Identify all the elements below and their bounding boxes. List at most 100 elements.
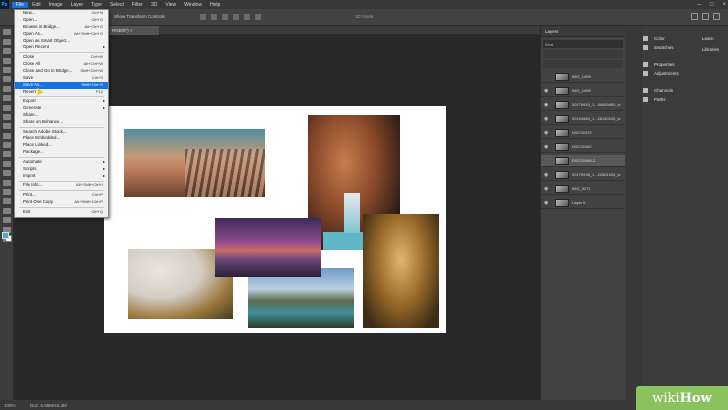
eye-icon[interactable] [544,144,550,149]
eye-icon[interactable] [544,172,550,177]
file-menu-item[interactable]: Print... Ctrl+P [15,192,108,199]
panel-tab-channels[interactable]: Channels [643,88,728,94]
eyedropper-tool-icon[interactable] [2,95,11,102]
layer-row[interactable]: 20170938_1...22561024_iv [541,169,625,181]
crop-tool-icon[interactable] [2,76,11,83]
file-menu-item[interactable]: Revert F12 [15,89,108,96]
file-menu-item[interactable]: Package... [15,149,108,156]
frame-tool-icon[interactable] [2,85,11,92]
file-menu-item[interactable]: Open Recent ▸ [15,44,108,51]
photo-sunset-beach[interactable] [215,218,321,277]
file-menu-item[interactable]: Browse in Bridge... Alt+Ctrl+O [15,24,108,31]
menu-3d[interactable]: 3D [147,2,161,8]
layer-row[interactable]: IMG_1495 [541,71,625,83]
clone-stamp-tool-icon[interactable] [2,123,11,130]
menu-layer[interactable]: Layer [67,2,88,8]
align-bottom-icon[interactable] [255,14,261,20]
panel-tab-color[interactable]: Color [643,36,728,42]
layer-row[interactable]: DSC02462 [541,141,625,153]
file-menu-item[interactable]: Close Ctrl+W [15,54,108,61]
align-top-icon[interactable] [233,14,239,20]
file-menu-item[interactable]: Open As... Alt+Shift+Ctrl+O [15,31,108,38]
file-menu-item[interactable]: Export ▸ [15,98,108,105]
document-tab[interactable]: RGB/8*) × [109,26,159,35]
marquee-tool-icon[interactable] [2,48,11,55]
healing-tool-icon[interactable] [2,104,11,111]
file-menu-item[interactable]: Place Embedded... [15,135,108,142]
show-transform-controls-checkbox[interactable]: Show Transform Controls [114,14,165,19]
menu-help[interactable]: Help [206,2,224,8]
align-center-icon[interactable] [211,14,217,20]
menu-view[interactable]: View [161,2,180,8]
menu-edit[interactable]: Edit [28,2,45,8]
menu-file[interactable]: File [12,1,29,8]
blur-tool-icon[interactable] [2,160,11,167]
panel-tab-learn[interactable]: Learn [702,36,714,41]
type-tool-icon[interactable] [2,189,11,196]
layer-row[interactable]: IMG_1495 [541,85,625,97]
artboard-tool-icon[interactable] [2,38,11,45]
file-menu-item[interactable]: Search Adobe Stock... [15,129,108,136]
file-menu-item[interactable]: Place Linked... [15,142,108,149]
file-menu-item[interactable]: Close All Alt+Ctrl+W [15,61,108,68]
layer-row[interactable]: DSC02068-2 [541,155,625,167]
file-menu-item[interactable]: Close and Go to Bridge... Shift+Ctrl+W [15,68,108,75]
menu-window[interactable]: Window [180,2,206,8]
menu-filter[interactable]: Filter [128,2,147,8]
hand-tool-icon[interactable] [2,217,11,224]
file-menu-item[interactable]: Import ▸ [15,173,108,180]
foreground-color-swatch[interactable] [2,232,9,239]
share-icon[interactable] [713,13,720,20]
blend-mode-select[interactable] [543,50,623,58]
layer-filter-kind[interactable]: Kind [543,40,623,48]
panel-tab-adjustments[interactable]: Adjustments [643,71,728,77]
align-middle-icon[interactable] [244,14,250,20]
eye-icon[interactable] [544,88,550,93]
eye-icon[interactable] [544,102,550,107]
path-select-tool-icon[interactable] [2,198,11,205]
file-menu-item[interactable]: File Info... Alt+Shift+Ctrl+I [15,182,108,189]
dodge-tool-icon[interactable] [2,170,11,177]
pen-tool-icon[interactable] [2,179,11,186]
menu-type[interactable]: Type [87,2,106,8]
file-menu-item[interactable]: Open... Ctrl+O [15,17,108,24]
rectangle-tool-icon[interactable] [2,207,11,214]
layer-row[interactable]: DSC02470 [541,127,625,139]
panel-tab-libraries[interactable]: Libraries [702,47,719,52]
photo-palm-forest[interactable] [363,214,439,328]
lasso-tool-icon[interactable] [2,57,11,64]
file-menu-item[interactable]: Share on Behance... [15,119,108,126]
file-menu-item[interactable]: Open as Smart Object... [15,38,108,45]
file-menu-item[interactable]: Generate ▸ [15,105,108,112]
minimize-icon[interactable]: – [698,2,701,8]
file-menu-item[interactable]: Exit Ctrl+Q [15,209,108,216]
menu-image[interactable]: Image [45,2,67,8]
workspace-icon[interactable] [702,13,709,20]
panel-tab-properties[interactable]: Properties [643,62,728,68]
close-icon[interactable]: × [722,2,726,8]
quick-select-tool-icon[interactable] [2,66,11,73]
menu-select[interactable]: Select [106,2,128,8]
move-tool-icon[interactable] [2,29,11,36]
eye-icon[interactable] [544,200,550,205]
eye-icon[interactable] [544,186,550,191]
zoom-level[interactable]: 100% [4,403,16,408]
align-left-icon[interactable] [200,14,206,20]
file-menu-item[interactable]: Automate ▸ [15,159,108,166]
layer-row[interactable]: 20151684_1...28150120_iv [541,113,625,125]
file-menu-item[interactable]: Scripts ▸ [15,166,108,173]
file-menu-item[interactable]: Share... [15,112,108,119]
eye-icon[interactable] [544,130,550,135]
layer-row[interactable]: IMG_5271 [541,183,625,195]
photo-lake[interactable] [248,268,354,328]
maximize-icon[interactable]: □ [710,2,714,8]
search-icon[interactable] [691,13,698,20]
eraser-tool-icon[interactable] [2,142,11,149]
file-menu-item[interactable]: New... Ctrl+N [15,10,108,17]
layer-row[interactable]: 20170910_1...04000400_iv [541,99,625,111]
photo-beach-pier[interactable] [124,129,265,197]
align-right-icon[interactable] [222,14,228,20]
panel-tab-paths[interactable]: Paths [643,97,728,103]
file-menu-item[interactable]: Save Ctrl+S [15,75,108,82]
history-brush-tool-icon[interactable] [2,132,11,139]
